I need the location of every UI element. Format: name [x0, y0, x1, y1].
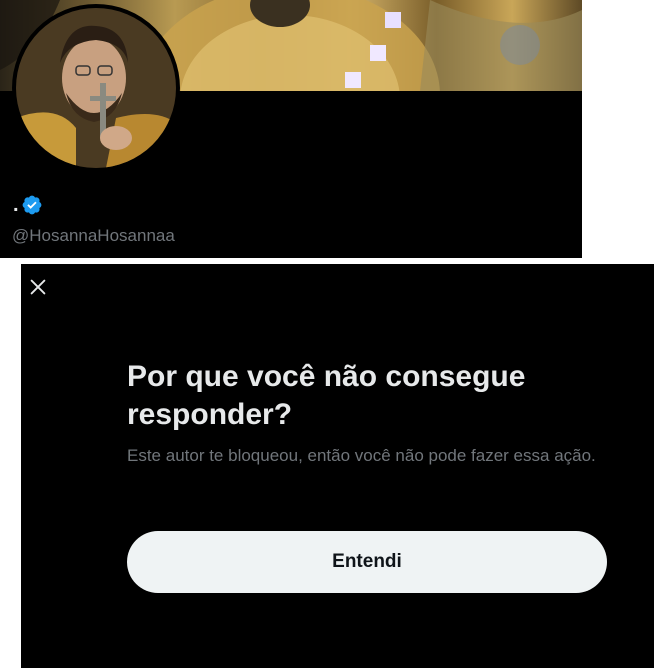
profile-handle: @HosannaHosannaa [12, 226, 175, 245]
avatar-photo [16, 8, 176, 168]
confirm-button[interactable]: Entendi [127, 531, 607, 593]
close-icon[interactable] [27, 276, 49, 298]
verified-badge-icon[interactable] [21, 194, 43, 216]
dialog-title: Por que você não consegue responder? [127, 360, 526, 431]
avatar[interactable] [12, 4, 180, 172]
blocked-reply-dialog: Por que você não consegue responder? Est… [21, 264, 654, 668]
display-name[interactable]: . [13, 193, 43, 217]
dialog-description: Este autor te bloqueou, então você não p… [127, 446, 596, 465]
display-name-text: . [13, 194, 19, 216]
profile-card: . @HosannaHosannaa [0, 0, 582, 258]
